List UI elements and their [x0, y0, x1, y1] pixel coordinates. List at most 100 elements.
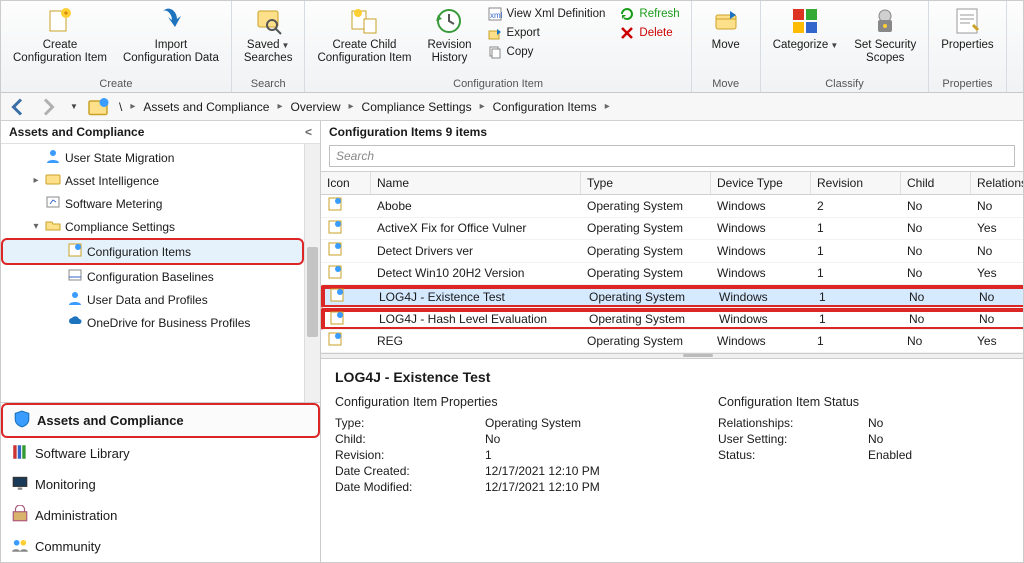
- delete-icon: [619, 25, 635, 41]
- ribbon-group-label: Configuration Item: [309, 77, 686, 92]
- cell-device: Windows: [711, 332, 811, 350]
- property-row: Date Created:12/17/2021 12:10 PM: [335, 463, 678, 479]
- ribbon-refresh-button[interactable]: Refresh: [616, 5, 682, 23]
- folder-icon: [45, 171, 61, 190]
- tree-item[interactable]: OneDrive for Business Profiles: [1, 311, 304, 334]
- property-value: 12/17/2021 12:10 PM: [485, 480, 600, 494]
- table-row[interactable]: ActiveX Fix for Office Vulner Operating …: [321, 218, 1024, 241]
- tree-collapse-button[interactable]: <: [305, 125, 312, 139]
- cell-type: Operating System: [583, 288, 713, 306]
- ribbon-rev-history-button[interactable]: Revision History: [419, 3, 479, 67]
- ribbon-label: Move: [712, 39, 740, 52]
- cell-child: No: [901, 197, 971, 215]
- ribbon-properties-button[interactable]: Properties: [933, 3, 1001, 54]
- breadcrumb-item[interactable]: Compliance Settings: [358, 98, 476, 116]
- main-area: Assets and Compliance < User State Migra…: [1, 121, 1023, 562]
- property-value: 12/17/2021 12:10 PM: [485, 464, 600, 478]
- ribbon-create-child-ci-button[interactable]: Create Child Configuration Item: [309, 3, 419, 67]
- column-header[interactable]: Relationships: [971, 172, 1024, 194]
- ribbon-label: Saved▼: [247, 39, 290, 52]
- tree-item[interactable]: User State Migration: [1, 146, 304, 169]
- nav-dropdown[interactable]: ▼: [65, 95, 81, 119]
- search-placeholder: Search: [336, 149, 374, 163]
- breadcrumb-item[interactable]: Overview: [286, 98, 344, 116]
- cell-child: No: [903, 310, 973, 328]
- cell-type: Operating System: [581, 242, 711, 260]
- wunderbar-item[interactable]: Software Library: [1, 438, 320, 469]
- cell-type: Operating System: [581, 332, 711, 350]
- chevron-right-icon: ▸: [130, 101, 135, 112]
- breadcrumb-item[interactable]: Assets and Compliance: [139, 98, 273, 116]
- ribbon-view-xml-button[interactable]: xmlView Xml Definition: [484, 5, 609, 23]
- ribbon-export-button[interactable]: Export: [484, 24, 609, 42]
- table-row[interactable]: LOG4J - Hash Level Evaluation Operating …: [321, 308, 1024, 331]
- nav-back-button[interactable]: [5, 95, 31, 119]
- property-row: Revision:1: [335, 447, 678, 463]
- wunderbar-item[interactable]: Monitoring: [1, 469, 320, 500]
- ribbon-categorize-button[interactable]: Categorize▼: [765, 3, 847, 54]
- ribbon-create-ci-button[interactable]: Create Configuration Item: [5, 3, 115, 67]
- property-key: User Setting:: [718, 432, 858, 446]
- breadcrumb-item[interactable]: Configuration Items: [489, 98, 601, 116]
- table-row[interactable]: LOG4J - Existence Test Operating System …: [321, 285, 1024, 308]
- nav-home-icon[interactable]: [85, 95, 111, 119]
- tree-item[interactable]: ▾ Compliance Settings: [1, 215, 304, 238]
- folder-open-icon: [45, 217, 61, 236]
- row-icon: [321, 239, 371, 262]
- cell-type: Operating System: [583, 310, 713, 328]
- cloud-icon: [67, 313, 83, 332]
- cell-name: Detect Win10 20H2 Version: [371, 264, 581, 282]
- wunderbar-item[interactable]: Assets and Compliance: [1, 403, 320, 438]
- tree-item[interactable]: Configuration Items: [1, 238, 304, 265]
- tree-item[interactable]: User Data and Profiles: [1, 288, 304, 311]
- row-icon: [323, 308, 373, 331]
- ribbon-group-label: Create: [5, 77, 227, 92]
- column-header[interactable]: Revision: [811, 172, 901, 194]
- community-icon: [11, 536, 29, 557]
- search-input[interactable]: Search: [329, 145, 1015, 167]
- table-row[interactable]: Abobe Operating System Windows 2 No No: [321, 195, 1024, 218]
- ribbon-copy-button[interactable]: Copy: [484, 43, 609, 61]
- wunderbar-item[interactable]: Administration: [1, 500, 320, 531]
- cell-name: ActiveX Fix for Office Vulner: [371, 219, 581, 237]
- cell-type: Operating System: [581, 264, 711, 282]
- list-title: Configuration Items 9 items: [321, 121, 1023, 143]
- ribbon-label: Properties: [941, 39, 993, 52]
- column-header[interactable]: Device Type: [711, 172, 811, 194]
- column-header[interactable]: Child: [901, 172, 971, 194]
- ribbon-label: History: [432, 52, 468, 65]
- ribbon-delete-button[interactable]: Delete: [616, 24, 682, 42]
- cell-name: Detect Drivers ver: [371, 242, 581, 260]
- ribbon-set-security-button[interactable]: Set Security Scopes: [846, 3, 924, 67]
- cell-child: No: [901, 264, 971, 282]
- cell-revision: 1: [811, 242, 901, 260]
- property-value: Enabled: [868, 448, 912, 462]
- column-header[interactable]: Icon: [321, 172, 371, 194]
- detail-left-title: Configuration Item Properties: [335, 395, 678, 409]
- table-row[interactable]: Detect Win10 20H2 Version Operating Syst…: [321, 263, 1024, 286]
- ribbon-move-button[interactable]: Move: [696, 3, 756, 54]
- ribbon-import-cd-button[interactable]: Import Configuration Data: [115, 3, 227, 67]
- column-header[interactable]: Type: [581, 172, 711, 194]
- detail-right-title: Configuration Item Status: [718, 395, 1024, 409]
- tree-scrollbar[interactable]: [304, 144, 320, 402]
- tree-item[interactable]: Configuration Baselines: [1, 265, 304, 288]
- breadcrumb-item[interactable]: \: [115, 98, 126, 116]
- view-xml-icon: xml: [487, 6, 503, 22]
- ribbon-label: Delete: [639, 27, 672, 39]
- cell-type: Operating System: [581, 197, 711, 215]
- column-header[interactable]: Name: [371, 172, 581, 194]
- table-row[interactable]: Detect Drivers ver Operating System Wind…: [321, 240, 1024, 263]
- cell-relationships: Yes: [971, 264, 1024, 282]
- tree-item[interactable]: Software Metering: [1, 192, 304, 215]
- wunderbar-label: Monitoring: [35, 477, 96, 492]
- ribbon-saved-searches-button[interactable]: Saved▼ Searches: [236, 3, 301, 67]
- expander-icon[interactable]: ▸: [31, 175, 41, 186]
- table-row[interactable]: REG Operating System Windows 1 No Yes: [321, 330, 1024, 353]
- expander-icon[interactable]: ▾: [31, 221, 41, 232]
- ribbon-label: Searches: [244, 52, 293, 65]
- tree-item[interactable]: ▸ Asset Intelligence: [1, 169, 304, 192]
- nav-forward-button[interactable]: [35, 95, 61, 119]
- cell-name: LOG4J - Hash Level Evaluation: [373, 310, 583, 328]
- wunderbar-item[interactable]: Community: [1, 531, 320, 562]
